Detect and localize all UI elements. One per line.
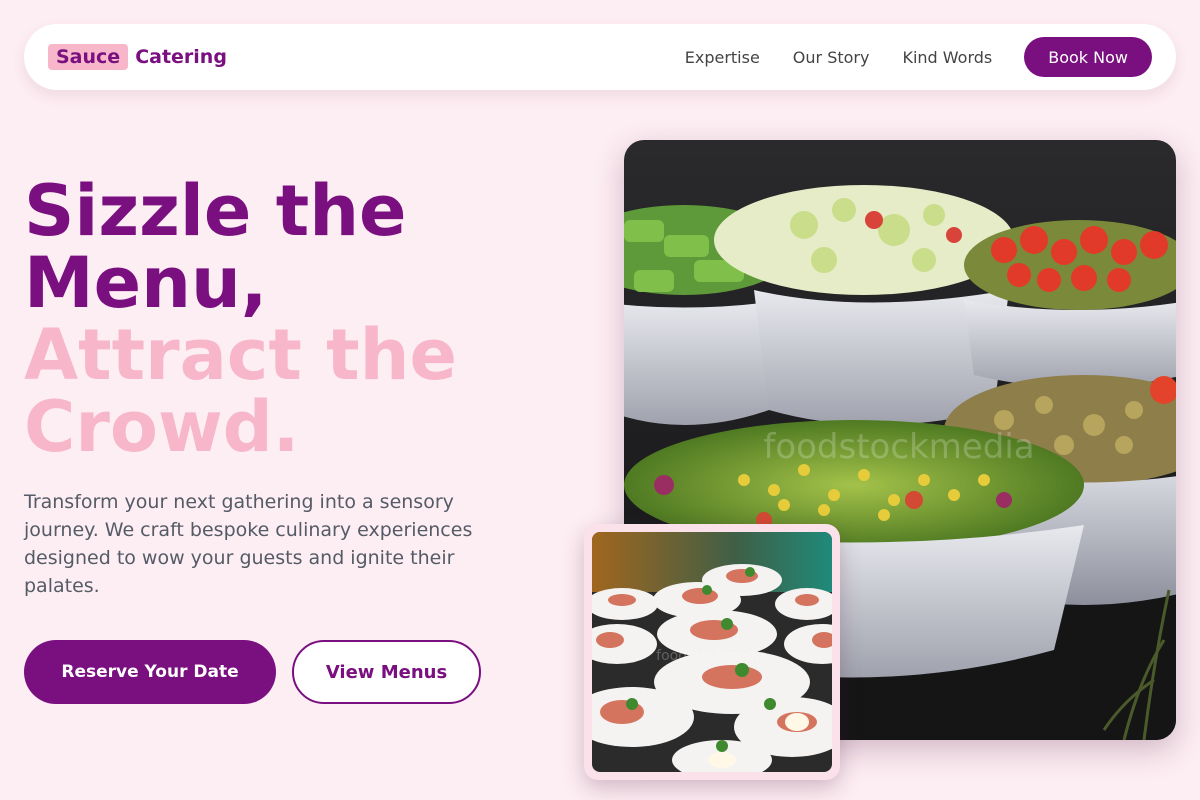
- appetizer-photo: foodstockmedia: [592, 532, 832, 772]
- nav-links: Expertise Our Story Kind Words Book Now: [652, 37, 1152, 77]
- main-photo-watermark: foodstockmedia: [763, 427, 1034, 467]
- nav-link-expertise[interactable]: Expertise: [685, 48, 760, 67]
- logo-mark: Sauce: [48, 44, 129, 70]
- hero-title-line-1: Sizzle the Menu,: [24, 170, 407, 324]
- navbar: Sauce Catering Expertise Our Story Kind …: [24, 24, 1176, 90]
- nav-link-our-story[interactable]: Our Story: [793, 48, 870, 67]
- book-now-button[interactable]: Book Now: [1024, 37, 1152, 77]
- hero-description: Transform your next gathering into a sen…: [24, 491, 473, 597]
- reserve-date-button[interactable]: Reserve Your Date: [24, 640, 276, 704]
- secondary-photo-frame: foodstockmedia: [584, 524, 840, 780]
- nav-link-kind-words[interactable]: Kind Words: [902, 48, 992, 67]
- view-menus-button[interactable]: View Menus: [292, 640, 481, 704]
- logo-text: Catering: [135, 46, 227, 68]
- logo[interactable]: Sauce Catering: [48, 44, 227, 70]
- hero-title-line-2: Attract the Crowd.: [24, 314, 457, 468]
- hero-title: Sizzle the Menu, Attract the Crowd.: [24, 175, 584, 463]
- thumb-photo-watermark: foodstockmedia: [656, 648, 768, 664]
